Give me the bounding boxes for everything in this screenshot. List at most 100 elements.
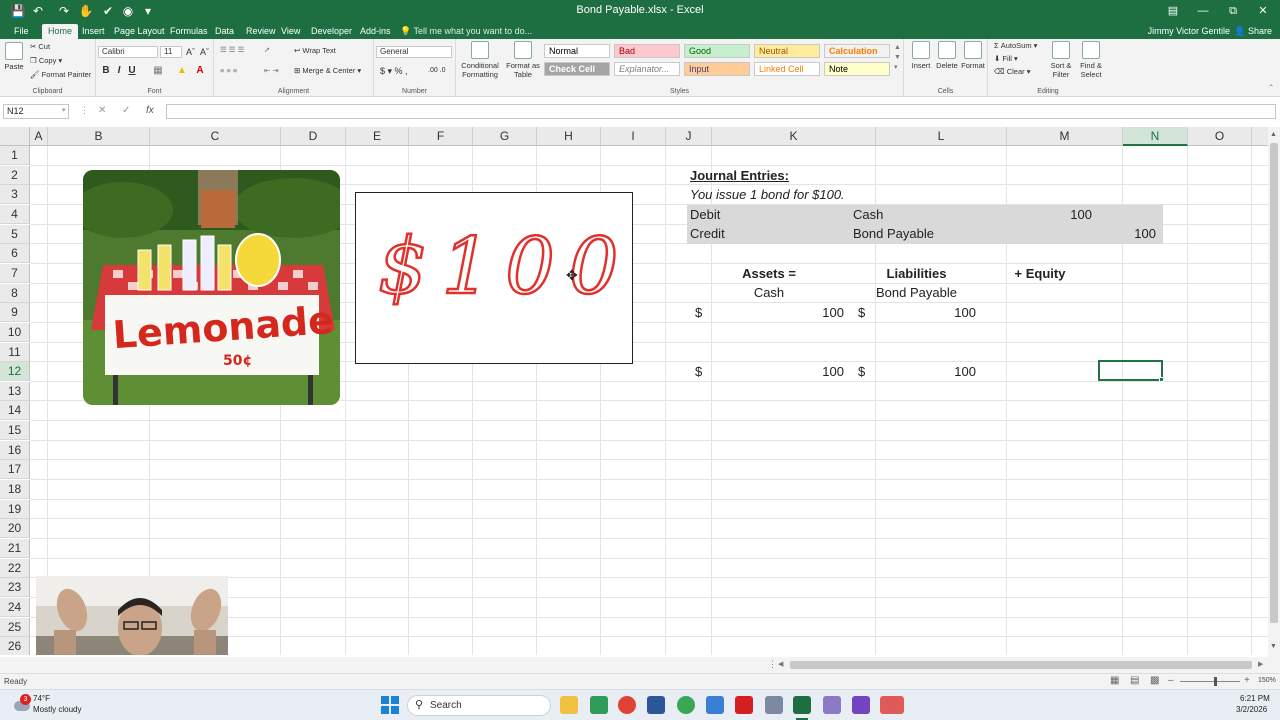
clock-time[interactable]: 6:21 PM [1240,694,1270,703]
insert-function-icon[interactable]: fx [146,105,154,116]
styles-scroll-icon[interactable]: ▲ ▼ ▾ [894,43,901,73]
tab-insert[interactable]: Insert [76,24,111,39]
row-header-18[interactable]: 18 [0,480,30,500]
credit-label[interactable]: Credit [690,224,725,243]
borders-icon[interactable]: ▦ [152,65,164,76]
font-name-combo[interactable]: Calibri [98,46,158,58]
column-header-h[interactable]: H [537,127,601,146]
format-as-table-button[interactable]: Format as Table [504,41,542,79]
debit-amount[interactable]: 100 [982,205,1092,224]
chrome-profile-icon[interactable] [677,696,695,714]
cell-style-good[interactable]: Good [684,44,750,58]
zoom-slider[interactable] [1180,681,1240,682]
format-cells-button[interactable]: Format [960,41,986,70]
italic-icon[interactable]: I [113,65,125,76]
tab-home[interactable]: Home [42,24,79,39]
row-header-19[interactable]: 19 [0,499,30,519]
scroll-down-icon[interactable]: ▼ [1270,643,1277,650]
row-header-3[interactable]: 3 [0,185,30,205]
row-header-6[interactable]: 6 [0,244,30,264]
bold-icon[interactable]: B [100,65,112,76]
tab-data[interactable]: Data [209,24,240,39]
column-header-f[interactable]: F [409,127,473,146]
chrome-icon[interactable] [618,696,636,714]
equity-header[interactable]: + Equity [982,264,1098,283]
formula-input[interactable] [166,104,1276,119]
row-header-20[interactable]: 20 [0,519,30,539]
number-format-combo[interactable]: General [376,46,452,58]
row-header-21[interactable]: 21 [0,539,30,558]
row-header-11[interactable]: 11 [0,342,30,362]
column-header-n[interactable]: N [1123,127,1188,146]
column-header-j[interactable]: J [666,127,712,146]
calculator-icon[interactable] [765,696,783,714]
column-header-g[interactable]: G [473,127,537,146]
row-header-8[interactable]: 8 [0,283,30,303]
increase-font-icon[interactable]: Aˆ [186,47,195,57]
credit-account[interactable]: Bond Payable [853,224,934,243]
scroll-up-icon[interactable]: ▲ [1270,131,1277,138]
align-left-icon[interactable]: ≡ ≡ ≡ [220,66,237,76]
journal-entries-heading[interactable]: Journal Entries: [690,166,789,185]
cell-style-bad[interactable]: Bad [614,44,680,58]
close-icon[interactable]: ✕ [1252,3,1274,19]
tell-me-box[interactable]: 💡 Tell me what you want to do... [400,24,532,39]
column-header-d[interactable]: D [281,127,346,146]
zoom-out-icon[interactable]: – [1168,675,1174,686]
row-header-12[interactable]: 12 [0,362,30,382]
row-header-24[interactable]: 24 [0,597,30,617]
column-header-o[interactable]: O [1188,127,1252,146]
word-icon[interactable] [647,696,665,714]
snipping-tool-icon[interactable] [823,696,841,714]
collapse-ribbon-icon[interactable]: ⌃ [1268,83,1274,93]
vertical-scroll-thumb[interactable] [1270,143,1278,623]
app-icon-purple[interactable] [852,696,870,714]
name-box-dropdown-icon[interactable]: ▾ [62,106,66,114]
acrobat-icon[interactable] [735,696,753,714]
currency-icon[interactable]: $ ▾ % , [380,66,408,76]
row-header-26[interactable]: 26 [0,637,30,655]
cell-style-linked-cell[interactable]: Linked Cell [754,62,820,76]
row-header-5[interactable]: 5 [0,224,30,244]
taskbar-search[interactable]: ⚲ Search [407,695,551,716]
liabilities-account[interactable]: Bond Payable [851,283,982,302]
column-header-e[interactable]: E [346,127,409,146]
fill-color-icon[interactable]: ▲ [176,65,188,76]
zoom-slider-thumb[interactable] [1214,677,1217,686]
weather-temp[interactable]: 74°F [33,694,50,703]
cell-style-normal[interactable]: Normal [544,44,610,58]
column-header-l[interactable]: L [876,127,1007,146]
conditional-formatting-button[interactable]: Conditional Formatting [458,41,502,79]
liabilities-total[interactable]: 100 [900,362,976,381]
underline-icon[interactable]: U [126,65,138,76]
clear-button[interactable]: ⌫ Clear ▾ [994,67,1031,77]
column-header-i[interactable]: I [601,127,666,146]
file-explorer-icon[interactable] [560,696,578,714]
column-header-k[interactable]: K [712,127,876,146]
orientation-icon[interactable]: ➚ [264,45,270,55]
weather-desc[interactable]: Mostly cloudy [33,705,81,714]
normal-view-icon[interactable]: ▦ [1110,675,1119,686]
cancel-icon[interactable]: ✕ [98,105,106,116]
tab-view[interactable]: View [275,24,306,39]
row-header-9[interactable]: 9 [0,303,30,323]
page-layout-view-icon[interactable]: ▤ [1130,675,1139,686]
decimal-icon[interactable]: .00 .0 [428,66,446,76]
tab-formulas[interactable]: Formulas [164,24,214,39]
row-header-4[interactable]: 4 [0,204,30,224]
cell-style-note[interactable]: Note [824,62,890,76]
row-header-17[interactable]: 17 [0,460,30,480]
merge-center-button[interactable]: ⊞ Merge & Center ▾ [294,66,361,76]
font-size-combo[interactable]: 11 [160,46,182,58]
credit-amount[interactable]: 100 [1098,224,1156,243]
active-cell-n12[interactable] [1098,360,1163,381]
column-header-c[interactable]: C [150,127,281,146]
delete-cells-button[interactable]: Delete [934,41,960,70]
format-painter-button[interactable]: 🖌 Format Painter [30,70,91,80]
zoom-in-icon[interactable]: + [1244,675,1250,686]
liabilities-value[interactable]: 100 [900,303,976,322]
journal-description[interactable]: You issue 1 bond for $100. [690,185,845,204]
debit-account[interactable]: Cash [853,205,883,224]
restore-icon[interactable]: ⧉ [1222,3,1244,19]
insert-cells-button[interactable]: Insert [908,41,934,70]
